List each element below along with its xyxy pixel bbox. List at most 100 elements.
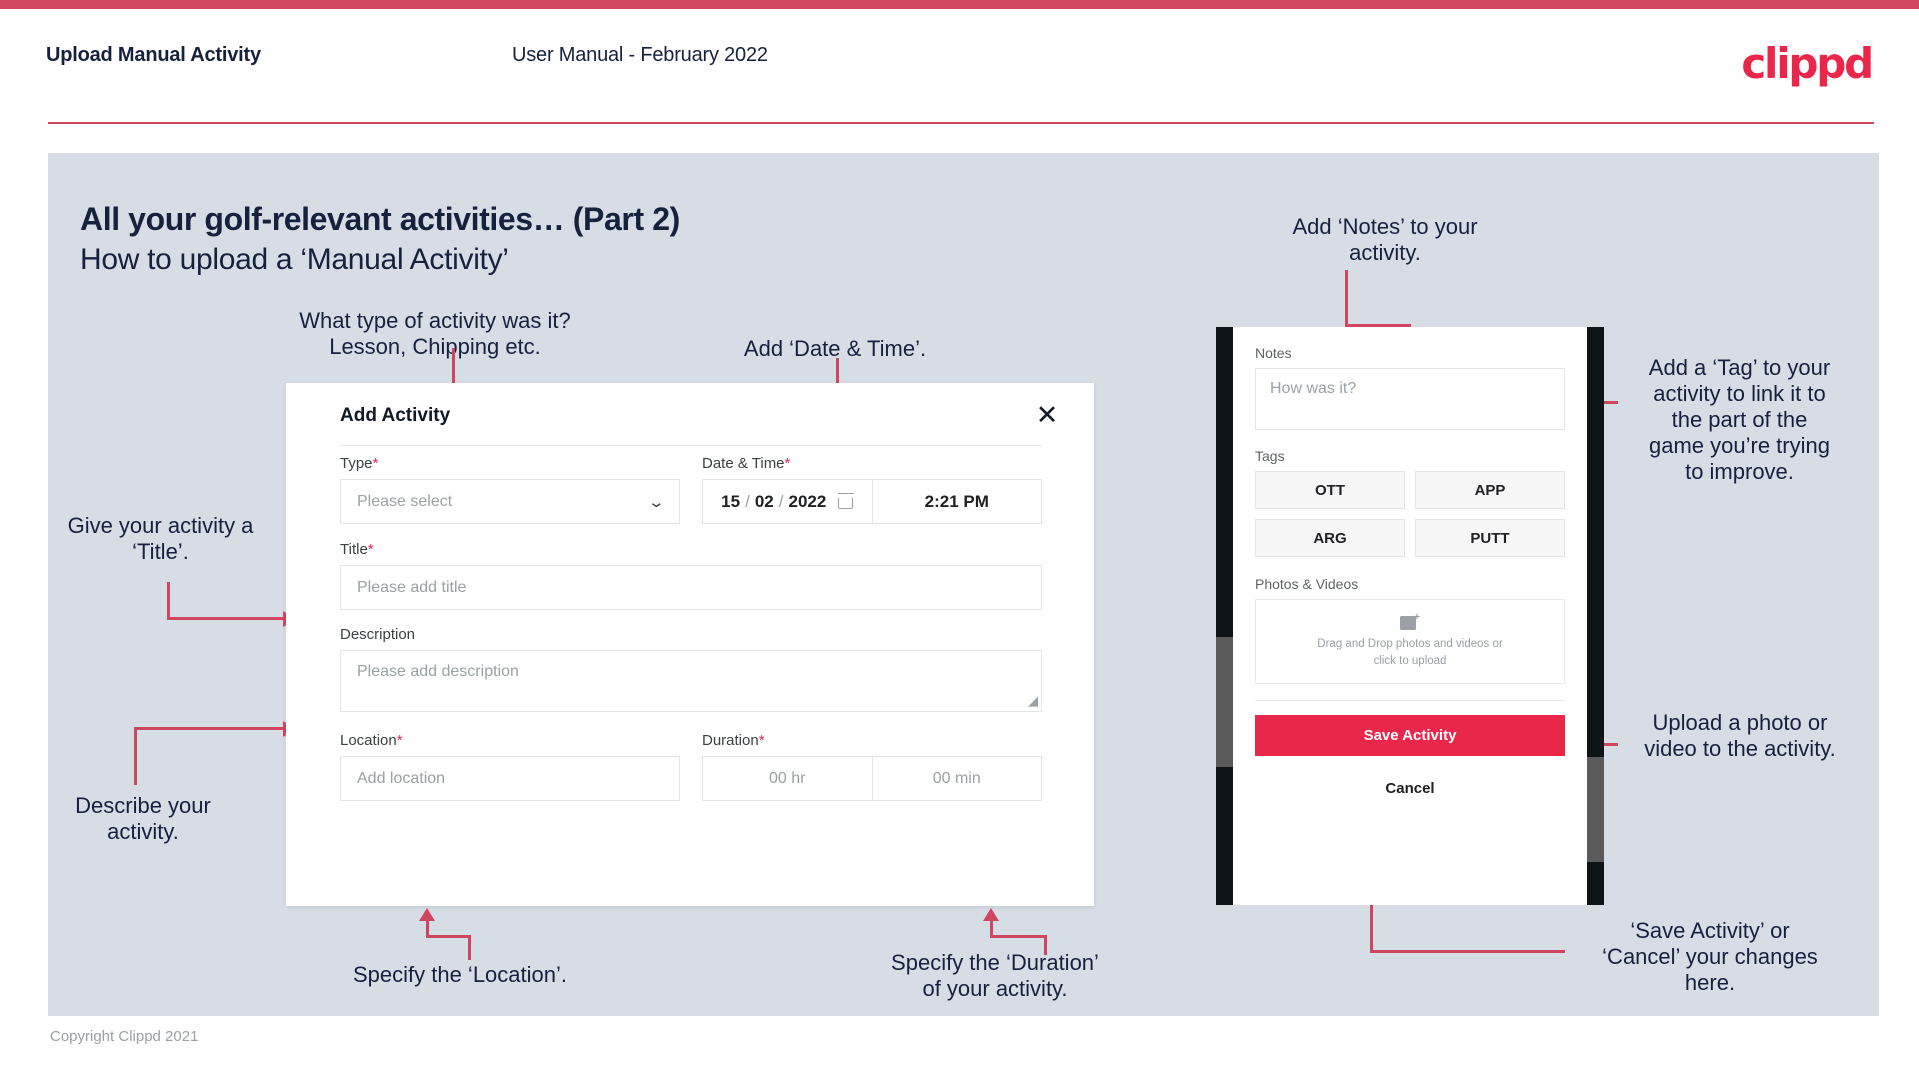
- save-activity-button[interactable]: Save Activity: [1255, 715, 1565, 756]
- time-value: 2:21 PM: [924, 491, 989, 511]
- duration-label: Duration*: [702, 732, 1042, 749]
- duration-minutes-value: 00 min: [932, 769, 981, 787]
- tags-label: Tags: [1255, 448, 1285, 464]
- row-location-duration: Location* Add location Duration* 00 hr 0…: [340, 732, 1042, 801]
- duration-hours-value: 00 hr: [769, 769, 806, 787]
- location-input[interactable]: Add location: [340, 756, 680, 801]
- close-icon[interactable]: ✕: [1030, 398, 1064, 432]
- title-label-text: Title: [340, 541, 368, 558]
- location-placeholder: Add location: [357, 769, 446, 787]
- callout-datetime: Add ‘Date & Time’.: [743, 336, 927, 361]
- field-duration: Duration* 00 hr 00 min: [702, 732, 1042, 801]
- connector-dur-v2: [990, 921, 993, 937]
- callout-duration: Specify the ‘Duration’ of your activity.: [891, 950, 1099, 1001]
- callout-type: What type of activity was it? Lesson, Ch…: [299, 308, 571, 359]
- field-datetime: Date & Time* 15 / 02 / 2022 2:21 PM: [702, 455, 1042, 524]
- connector-title-h: [167, 617, 285, 620]
- time-input[interactable]: 2:21 PM: [871, 479, 1042, 524]
- type-placeholder: Please select: [357, 492, 453, 510]
- title-input[interactable]: Please add title: [340, 565, 1042, 610]
- date-input[interactable]: 15 / 02 / 2022: [702, 479, 872, 524]
- connector-dur-h: [990, 935, 1047, 938]
- tag-ott[interactable]: OTT: [1255, 471, 1405, 509]
- arrowhead-location: [419, 908, 435, 921]
- phone-edge-left: [1216, 327, 1233, 905]
- date-sep-2: /: [778, 491, 784, 511]
- type-select[interactable]: Please select ⌄: [340, 479, 680, 524]
- photo-dropzone[interactable]: + Drag and Drop photos and videos or cli…: [1255, 599, 1565, 684]
- phone-screen: Notes How was it? Tags OTT APP ARG PUTT …: [1233, 327, 1587, 905]
- datetime-group: 15 / 02 / 2022 2:21 PM: [702, 479, 1042, 524]
- field-location: Location* Add location: [340, 732, 680, 801]
- tag-app[interactable]: APP: [1415, 471, 1565, 509]
- duration-group: 00 hr 00 min: [702, 756, 1042, 801]
- page-subtitle: User Manual - February 2022: [512, 44, 768, 66]
- phone-divider: [1255, 700, 1565, 701]
- field-type: Type* Please select ⌄: [340, 455, 680, 524]
- duration-required-mark: *: [758, 732, 765, 749]
- add-image-icon: +: [1400, 613, 1420, 631]
- resize-grip-icon[interactable]: ◢: [1028, 693, 1038, 709]
- notes-placeholder: How was it?: [1270, 380, 1357, 397]
- header-divider: [48, 122, 1874, 124]
- callout-description: Describe your activity.: [75, 793, 211, 844]
- row-description: Description Please add description ◢: [340, 626, 1042, 712]
- row-title: Title* Please add title: [340, 541, 1042, 610]
- phone-mockup: Notes How was it? Tags OTT APP ARG PUTT …: [1216, 327, 1604, 905]
- description-input[interactable]: Please add description ◢: [340, 650, 1042, 712]
- callout-tags: Add a ‘Tag’ to your activity to link it …: [1648, 355, 1831, 484]
- clippd-logo: clippd: [1741, 39, 1874, 88]
- connector-dur-v1: [1044, 935, 1047, 955]
- date-month: 02: [754, 491, 774, 511]
- connector-notes-v1: [1345, 270, 1348, 327]
- dropzone-text: Drag and Drop photos and videos or click…: [1317, 638, 1503, 667]
- add-activity-dialog: Add Activity ✕ Type* Please select ⌄ Dat…: [286, 383, 1094, 906]
- connector-title-v: [167, 582, 170, 620]
- phone-edge-right: [1587, 327, 1604, 905]
- slide-page: Upload Manual Activity User Manual - Feb…: [0, 0, 1919, 1079]
- slide-heading: All your golf-relevant activities… (Part…: [80, 201, 680, 237]
- callout-notes: Add ‘Notes’ to your activity.: [1292, 214, 1478, 265]
- callout-location: Specify the ‘Location’.: [352, 962, 568, 987]
- slide-subheading: How to upload a ‘Manual Activity’: [80, 243, 509, 276]
- date-day: 15: [721, 491, 741, 511]
- type-required-mark: *: [372, 455, 379, 472]
- callout-upload: Upload a photo or video to the activity.: [1644, 710, 1836, 761]
- page-title: Upload Manual Activity: [46, 44, 261, 66]
- cancel-button[interactable]: Cancel: [1255, 780, 1565, 797]
- type-label: Type*: [340, 455, 680, 472]
- notes-input[interactable]: How was it?: [1255, 368, 1565, 430]
- dialog-header: Add Activity ✕: [286, 383, 1094, 445]
- calendar-icon[interactable]: [837, 493, 854, 509]
- callout-title: Give your activity a ‘Title’.: [67, 513, 254, 564]
- datetime-label-text: Date & Time: [702, 455, 785, 472]
- date-year: 2022: [788, 491, 827, 511]
- arrowhead-duration: [983, 908, 999, 921]
- copyright-text: Copyright Clippd 2021: [50, 1028, 199, 1045]
- description-label: Description: [340, 626, 416, 643]
- description-placeholder: Please add description: [357, 663, 519, 680]
- title-label: Title*: [340, 541, 1042, 558]
- duration-minutes-input[interactable]: 00 min: [871, 756, 1042, 801]
- duration-hours-input[interactable]: 00 hr: [702, 756, 872, 801]
- datetime-label: Date & Time*: [702, 455, 1042, 472]
- duration-label-text: Duration: [702, 732, 759, 749]
- dialog-divider: [340, 445, 1042, 446]
- location-label-text: Location: [340, 732, 397, 749]
- type-label-text: Type: [340, 455, 373, 472]
- tag-putt[interactable]: PUTT: [1415, 519, 1565, 557]
- photos-label: Photos & Videos: [1255, 576, 1359, 592]
- tag-arg[interactable]: ARG: [1255, 519, 1405, 557]
- title-required-mark: *: [367, 541, 374, 558]
- connector-loc-h: [426, 935, 471, 938]
- connector-loc-v2: [426, 921, 429, 937]
- tags-grid: OTT APP ARG PUTT: [1255, 471, 1565, 557]
- location-required-mark: *: [396, 732, 403, 749]
- date-sep-1: /: [745, 491, 750, 511]
- notes-label: Notes: [1255, 345, 1292, 361]
- connector-loc-v1: [468, 935, 471, 960]
- phone-side-button-left: [1216, 637, 1233, 767]
- connector-save-h: [1370, 950, 1565, 953]
- title-placeholder: Please add title: [357, 578, 467, 596]
- chevron-down-icon: ⌄: [647, 493, 666, 511]
